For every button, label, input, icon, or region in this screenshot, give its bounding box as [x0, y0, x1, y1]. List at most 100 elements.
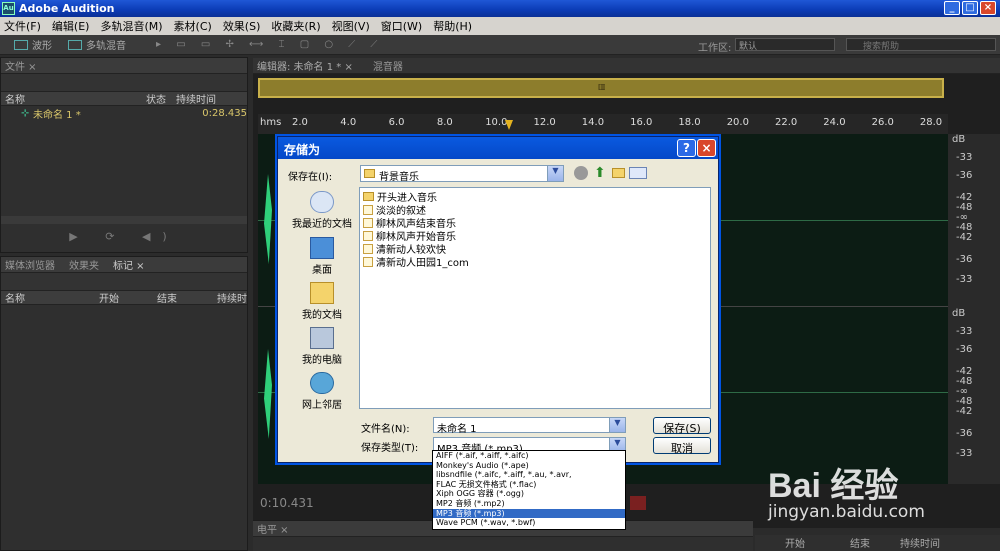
waveform-file-icon: ⊹: [21, 107, 30, 119]
col-name[interactable]: 名称: [1, 91, 146, 106]
file-row[interactable]: ⊹ 未命名 1 * 0:28.435: [1, 106, 247, 121]
db-label: -33: [956, 448, 973, 459]
current-time: 0:10.431: [260, 496, 314, 510]
db-label: -36: [956, 428, 973, 439]
col-end[interactable]: 结束: [157, 290, 217, 305]
overview-bar[interactable]: ▥: [258, 78, 944, 98]
place-recent[interactable]: 我最近的文档: [288, 191, 356, 230]
menu-window[interactable]: 窗口(W): [381, 18, 422, 34]
waveform-icon: [14, 39, 28, 50]
menu-effects[interactable]: 效果(S): [223, 18, 261, 34]
col-duration[interactable]: 持续时间: [176, 91, 216, 106]
my-documents-icon: [310, 282, 334, 304]
ruler-tick-label: 24.0: [823, 117, 846, 128]
filetype-option[interactable]: libsndfile (*.aifc, *.aiff, *.au, *.avr,: [433, 470, 625, 480]
menu-favorites[interactable]: 收藏夹(R): [271, 18, 320, 34]
ruler-tick-label: 8.0: [436, 117, 453, 128]
maximize-button[interactable]: □: [962, 1, 978, 15]
back-icon[interactable]: [574, 166, 588, 180]
menu-help[interactable]: 帮助(H): [433, 18, 472, 34]
audio-file-icon: [363, 204, 373, 215]
file-list-item[interactable]: 清新动人田园1_com: [360, 255, 710, 269]
search-help-input[interactable]: 搜索帮助: [846, 38, 996, 52]
dialog-close-button[interactable]: ×: [697, 139, 716, 157]
title-bar: Au Adobe Audition _ □ ×: [0, 0, 1000, 17]
workspace-select[interactable]: 默认: [735, 38, 835, 52]
menu-edit[interactable]: 编辑(E): [52, 18, 90, 34]
waveform-view-button[interactable]: 波形: [14, 37, 52, 52]
filename-value: 未命名 1: [437, 424, 477, 435]
place-my-computer-label: 我的电脑: [302, 355, 342, 366]
audio-file-icon: [363, 217, 373, 228]
preview-controls[interactable]: ▶ ⟳ ◀): [1, 230, 247, 248]
filetype-option[interactable]: Wave PCM (*.wav, *.bwf): [433, 518, 625, 528]
new-folder-icon[interactable]: [612, 168, 625, 178]
watermark-url: jingyan.baidu.com: [768, 502, 925, 522]
ruler-tick-label: 14.0: [581, 117, 605, 128]
db-label: -33: [956, 326, 973, 337]
save-in-select[interactable]: 背景音乐 ▼: [360, 165, 564, 183]
menu-multitrack[interactable]: 多轨混音(M): [100, 18, 162, 34]
time-ruler[interactable]: hms 2.0 4.0 6.0 8.0 10.0 12.0 14.0 16.0 18.0 20.0…: [258, 114, 948, 134]
place-desktop[interactable]: 桌面: [288, 237, 356, 276]
selection-view-panel: 开始 结束 持续时间: [755, 535, 1000, 551]
ruler-tick-label: 20.0: [726, 117, 749, 128]
waveform-peak-left: [264, 174, 272, 264]
ruler-tick-label: 22.0: [775, 117, 798, 128]
tab-mixer[interactable]: 混音器: [373, 58, 403, 73]
menu-view[interactable]: 视图(V): [332, 18, 370, 34]
tab-effects-rack[interactable]: 效果夹: [69, 257, 99, 272]
files-scrollbar[interactable]: [1, 216, 247, 224]
file-name: 未命名 1 *: [33, 109, 81, 121]
place-my-documents[interactable]: 我的文档: [288, 282, 356, 321]
folder-icon: [363, 192, 374, 201]
filetype-option[interactable]: Monkey's Audio (*.ape): [433, 461, 625, 471]
minimize-button[interactable]: _: [944, 1, 960, 15]
recent-documents-icon: [310, 191, 334, 213]
help-button[interactable]: ?: [677, 139, 696, 157]
filetype-label: 保存类型(T):: [361, 443, 419, 454]
folder-icon: [364, 169, 375, 178]
filetype-option[interactable]: Xiph OGG 容器 (*.ogg): [433, 489, 625, 499]
files-tab[interactable]: 文件 ×: [1, 58, 247, 74]
db-label: dB: [952, 134, 966, 145]
markers-header: 名称 开始 结束 持续时: [1, 291, 247, 305]
record-button[interactable]: [630, 496, 646, 510]
col-marker-name[interactable]: 名称: [1, 290, 99, 305]
view-menu-icon[interactable]: [629, 167, 647, 179]
filetype-dropdown-list[interactable]: AIFF (*.aif, *.aiff, *.aifc) Monkey's Aud…: [432, 450, 626, 530]
filename-input[interactable]: 未命名 1 ▼: [433, 417, 626, 435]
tab-editor[interactable]: 编辑器: 未命名 1 * ×: [257, 58, 353, 73]
filetype-option[interactable]: MP3 音频 (*.mp3): [433, 508, 625, 519]
close-window-button[interactable]: ×: [980, 1, 996, 15]
tab-markers[interactable]: 标记 ×: [113, 257, 145, 272]
overview-handle-icon[interactable]: ▥: [598, 82, 606, 91]
cancel-button[interactable]: 取消: [653, 437, 711, 455]
col-start[interactable]: 开始: [99, 290, 157, 305]
multitrack-view-button[interactable]: 多轨混音: [68, 37, 126, 52]
col-marker-duration[interactable]: 持续时: [217, 290, 247, 305]
col-status[interactable]: 状态: [146, 91, 176, 106]
menu-file[interactable]: 文件(F): [4, 18, 41, 34]
tool-icons[interactable]: ▸ ▭ ▭ ✢ ⟷ ⌶ ▢ ○ ⟋ ⟋: [156, 39, 383, 50]
places-bar: 我最近的文档 桌面 我的文档 我的电脑 网上邻居: [282, 187, 358, 411]
filetype-option[interactable]: MP2 音频 (*.mp2): [433, 499, 625, 509]
filetype-option[interactable]: AIFF (*.aif, *.aiff, *.aifc): [433, 451, 625, 461]
tab-media-browser[interactable]: 媒体浏览器: [5, 257, 55, 272]
audio-file-icon: [363, 230, 373, 241]
ruler-tick-label: 2.0: [292, 117, 308, 128]
filetype-option[interactable]: FLAC 无损文件格式 (*.flac): [433, 480, 625, 490]
place-network[interactable]: 网上邻居: [288, 372, 356, 411]
files-toolbar: [1, 74, 247, 92]
filename-label: 文件名(N):: [361, 424, 410, 435]
place-my-computer[interactable]: 我的电脑: [288, 327, 356, 366]
audio-file-icon: [363, 243, 373, 254]
ruler-tick-label: 10.0: [485, 117, 508, 128]
up-folder-icon[interactable]: ⬆: [594, 165, 606, 181]
place-recent-label: 我最近的文档: [292, 219, 352, 230]
ruler-tick-label: 4.0: [340, 117, 357, 128]
file-list[interactable]: 开头进入音乐 淡淡的叙述 柳林风声结束音乐 柳林风声开始音乐 清新动人较欢快 清新动人田园…: [359, 187, 711, 409]
menu-clip[interactable]: 素材(C): [174, 18, 212, 34]
save-button[interactable]: 保存(S): [653, 417, 711, 435]
db-label: -33: [956, 274, 973, 285]
